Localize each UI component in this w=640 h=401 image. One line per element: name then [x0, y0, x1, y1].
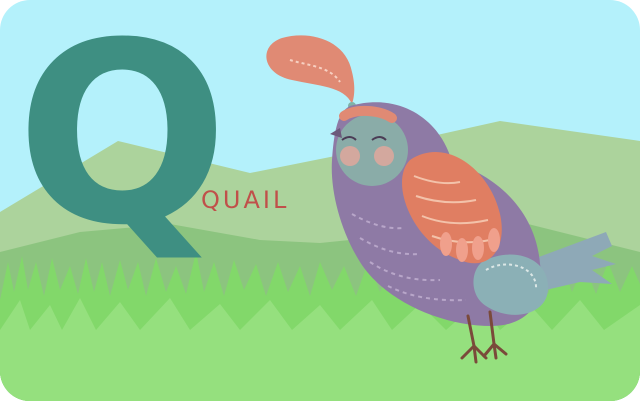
alphabet-letter: Q — [16, 0, 229, 280]
animal-name: QUAIL — [201, 186, 290, 214]
alphabet-card: Q QUAIL — [0, 0, 640, 401]
